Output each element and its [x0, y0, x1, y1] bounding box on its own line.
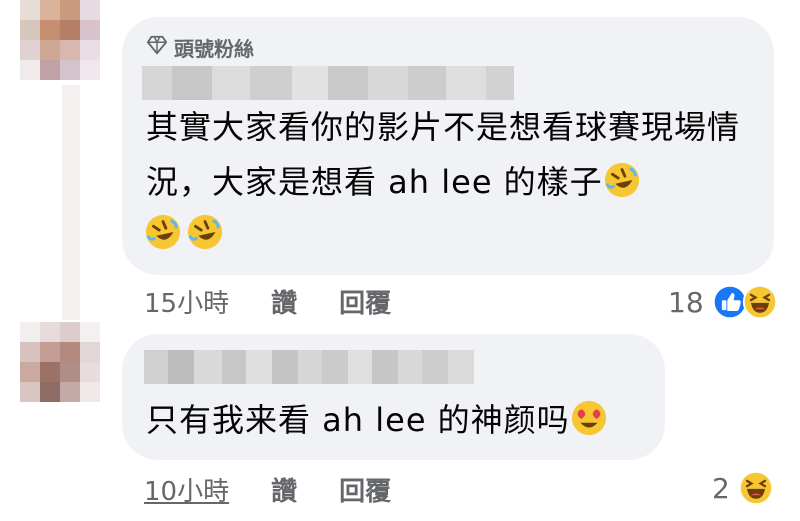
comment-actions: 10小時 讚 回覆 [144, 471, 391, 508]
diamond-icon [146, 34, 168, 61]
laugh-icon [742, 284, 777, 320]
comment-body: 其實大家看你的影片不是想看球賽現場情況，大家是想看 ah lee 的樣子 [146, 108, 741, 201]
avatar[interactable] [20, 0, 100, 80]
badge-label: 頭號粉絲 [174, 37, 254, 61]
thread-line [62, 85, 80, 320]
rofl-emoji [604, 162, 639, 198]
commenter-name-redacted[interactable] [142, 66, 514, 100]
timestamp-link[interactable]: 10小時 [144, 471, 229, 508]
reaction-count: 2 [712, 471, 730, 505]
emoji-row [144, 213, 224, 251]
comment-actions: 15小時 讚 回覆 [144, 283, 391, 320]
reply-button[interactable]: 回覆 [339, 283, 391, 320]
timestamp-link[interactable]: 15小時 [144, 283, 229, 320]
reaction-summary[interactable]: 2 [712, 470, 774, 506]
reaction-summary[interactable]: 18 [668, 284, 778, 320]
laugh-icon [738, 470, 773, 506]
rofl-emoji [187, 214, 223, 250]
reaction-count: 18 [668, 285, 704, 319]
rofl-emoji [145, 214, 181, 250]
like-button[interactable]: 讚 [271, 471, 297, 508]
reply-button[interactable]: 回覆 [339, 471, 391, 508]
top-fan-badge[interactable]: 頭號粉絲 [146, 33, 254, 62]
avatar[interactable] [20, 322, 100, 402]
commenter-name-redacted[interactable] [144, 350, 474, 384]
like-button[interactable]: 讚 [271, 283, 297, 320]
comment-body: 只有我来看 ah lee 的神颜吗 [146, 393, 608, 448]
heart-eyes-emoji [571, 400, 606, 436]
